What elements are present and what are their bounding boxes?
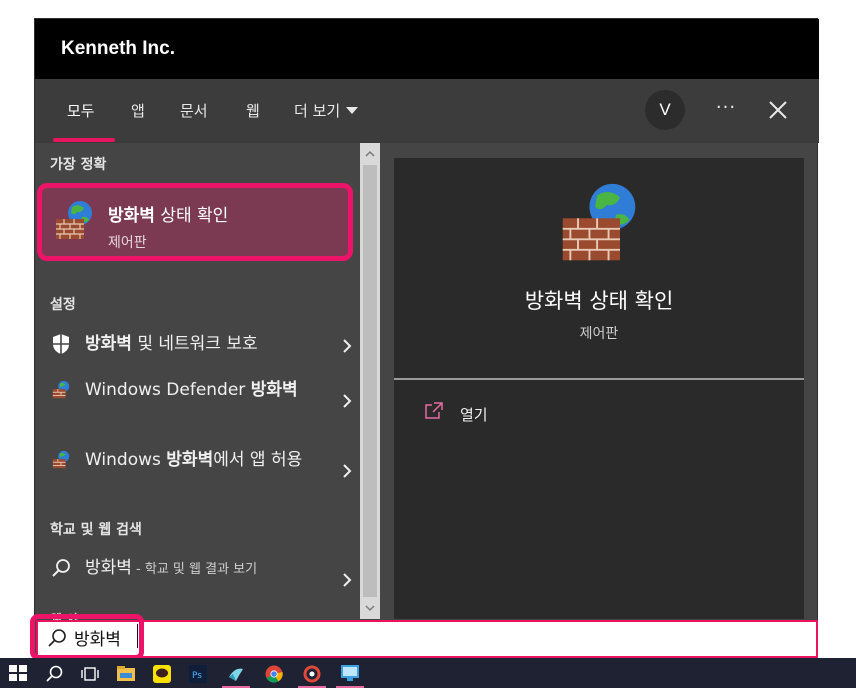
results-list: 가장 정확 방화벽 상태 확인 제어판 설정 방화벽 및 네트워크 보호 Win… (35, 143, 360, 619)
result-firewall-network[interactable]: 방화벽 및 네트워크 보호 (35, 329, 360, 363)
scroll-thumb[interactable] (363, 165, 377, 597)
close-icon[interactable] (767, 99, 789, 121)
shield-icon (51, 333, 71, 359)
search-window: Kenneth Inc. 모두 앱 문서 웹 더 보기 V ··· 가장 정확 (34, 18, 819, 658)
firewall-globe-icon (52, 199, 96, 247)
section-web-search: 학교 및 웹 검색 (50, 522, 142, 538)
kakaotalk-icon[interactable] (144, 658, 180, 688)
result-label: 방화벽 및 네트워크 보호 (85, 332, 315, 356)
web-suffix: - 학교 및 웹 결과 보기 (131, 562, 258, 577)
section-settings: 설정 (50, 297, 76, 313)
preview-divider (394, 378, 804, 380)
result-label-bold: 방화벽 (166, 450, 214, 470)
result-label-pre: Windows Defender (85, 380, 251, 400)
section-best-match: 가장 정확 (50, 157, 107, 173)
results-scrollbar[interactable] (360, 143, 380, 619)
org-name: Kenneth Inc. (61, 38, 176, 59)
firewall-globe-icon (51, 380, 71, 404)
open-label: 열기 (460, 406, 488, 424)
result-allow-app-firewall[interactable]: Windows 방화벽에서 앱 허용 (35, 445, 360, 497)
tab-bar: 모두 앱 문서 웹 더 보기 V ··· (35, 79, 819, 143)
tab-more-label: 더 보기 (294, 102, 341, 120)
chevron-right-icon (343, 573, 352, 587)
tab-documents[interactable]: 문서 (180, 100, 208, 121)
active-tab-indicator (53, 138, 115, 142)
search-input[interactable] (36, 620, 818, 658)
result-label: Windows Defender 방화벽 (85, 378, 315, 402)
tab-web[interactable]: 웹 (246, 100, 260, 121)
result-label-rest: 에서 앱 허용 (213, 450, 303, 470)
scroll-up-icon[interactable] (363, 147, 377, 161)
web-query: 방화벽 (85, 558, 132, 578)
result-label-pre: Windows (85, 450, 167, 470)
app-icon[interactable] (294, 658, 330, 688)
result-label-rest: 및 네트워크 보호 (131, 334, 258, 354)
task-view-icon[interactable] (72, 658, 108, 688)
taskbar: Ps (0, 658, 856, 688)
best-match-subtitle: 제어판 (108, 235, 147, 251)
best-match-title-rest: 상태 확인 (154, 206, 229, 226)
chevron-down-icon (346, 107, 359, 114)
preview-title: 방화벽 상태 확인 (524, 289, 674, 313)
svg-text:Ps: Ps (192, 671, 202, 681)
open-action[interactable]: 열기 (424, 402, 488, 428)
chevron-right-icon (343, 464, 352, 478)
result-defender-firewall[interactable]: Windows Defender 방화벽 (35, 375, 360, 427)
open-external-icon (425, 402, 443, 419)
search-value: 방화벽 (74, 630, 121, 650)
more-options-icon[interactable]: ··· (713, 97, 739, 118)
result-label: Windows 방화벽에서 앱 허용 (85, 448, 315, 472)
tab-all[interactable]: 모두 (67, 100, 95, 121)
tab-apps[interactable]: 앱 (131, 100, 145, 121)
search-icon[interactable] (36, 658, 72, 688)
control-panel-icon[interactable] (332, 658, 368, 688)
best-match-title: 방화벽 상태 확인 (108, 201, 228, 226)
result-web-search[interactable]: 방화벽 - 학교 및 웹 결과 보기 (35, 553, 360, 609)
tab-more[interactable]: 더 보기 (294, 100, 359, 121)
avatar[interactable]: V (645, 90, 685, 130)
search-icon (47, 628, 67, 652)
text-cursor (137, 624, 138, 648)
preview-pane: 방화벽 상태 확인 제어판 열기 (394, 158, 804, 619)
firewall-globe-icon (51, 450, 71, 474)
best-match-title-bold: 방화벽 (108, 206, 155, 226)
result-label-bold: 방화벽 (85, 334, 132, 354)
title-bar: Kenneth Inc. (35, 19, 819, 79)
result-label: 방화벽 - 학교 및 웹 결과 보기 (85, 556, 305, 582)
best-match-result[interactable]: 방화벽 상태 확인 제어판 (37, 183, 353, 261)
photoshop-icon[interactable]: Ps (180, 658, 216, 688)
result-label-bold: 방화벽 (250, 380, 298, 400)
scroll-down-icon[interactable] (363, 601, 377, 615)
windows-start-icon[interactable] (0, 658, 36, 688)
chevron-right-icon (343, 394, 352, 408)
firewall-globe-icon (557, 182, 641, 270)
search-icon (51, 558, 71, 582)
chrome-icon[interactable] (256, 658, 292, 688)
app-icon[interactable] (218, 658, 254, 688)
preview-subtitle: 제어판 (579, 326, 619, 342)
chevron-right-icon (343, 339, 352, 353)
file-explorer-icon[interactable] (108, 658, 144, 688)
